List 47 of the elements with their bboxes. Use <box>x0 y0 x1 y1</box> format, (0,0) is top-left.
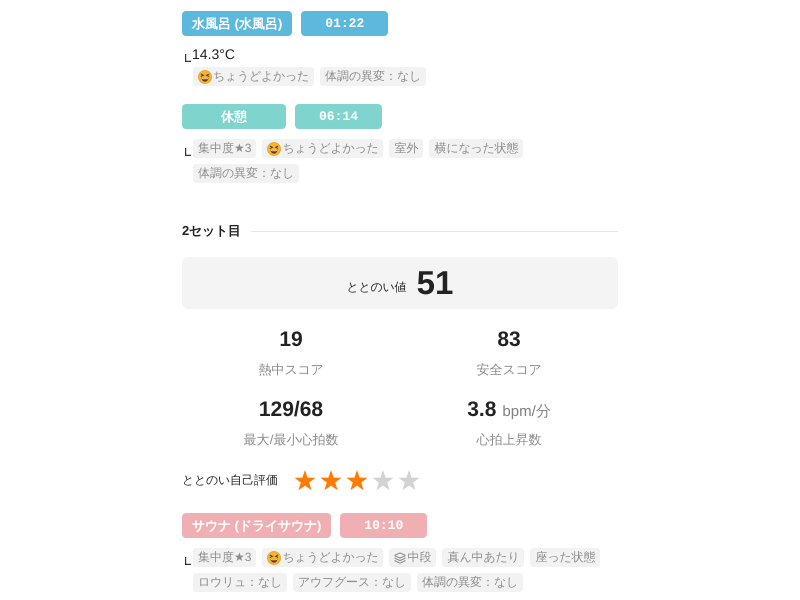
duration-chip: 06:14 <box>295 104 382 129</box>
stat-value: 3.8 <box>467 398 496 422</box>
tag-text: ちょうどよかった <box>213 68 309 85</box>
stat-value: 19 <box>279 328 303 352</box>
corner-mark-icon <box>185 54 191 62</box>
tag-text: 中段 <box>407 549 432 566</box>
stat-unit: bpm/分 <box>502 402 551 421</box>
stat-label: 熱中スコア <box>258 362 324 378</box>
laughing-face-icon <box>267 550 282 564</box>
tag-text: 横になった状態 <box>434 140 518 157</box>
tag-text: ロウリュ：なし <box>198 574 282 591</box>
stat-label: 安全スコア <box>476 362 542 378</box>
tag-text: 集中度★3 <box>198 140 252 157</box>
stat-label: 最大/最小心拍数 <box>244 432 338 448</box>
step-type-chip: 休憩 <box>182 104 286 129</box>
star-icon <box>294 470 316 491</box>
tag-text: 座った状態 <box>535 549 596 566</box>
stat-value: 129/68 <box>258 398 324 422</box>
tag-text: ちょうどよかった <box>282 549 378 566</box>
duration-chip: 10:10 <box>340 513 428 538</box>
rating-label: ととのい自己評価 <box>182 472 278 489</box>
step-type-chip: 水風呂 (水風呂) <box>182 11 292 36</box>
star-icon <box>372 470 394 491</box>
tag-text: アウフグース：なし <box>298 574 406 591</box>
tag-text: 室外 <box>394 140 418 157</box>
corner-mark-icon <box>185 557 191 565</box>
star-icon <box>398 470 420 491</box>
tag-text: ちょうどよかった <box>282 140 378 157</box>
star-icon <box>346 470 368 491</box>
stat-label: 心拍上昇数 <box>476 432 542 448</box>
stat-value: 83 <box>497 328 521 352</box>
temperature-text: 14.3°C <box>192 46 235 62</box>
laughing-face-icon <box>198 70 212 84</box>
tag-text: 体調の異変：なし <box>325 68 421 85</box>
score-value: 51 <box>416 265 454 301</box>
set-title: 2セット目 <box>182 223 242 239</box>
step-type-chip: サウナ (ドライサウナ) <box>182 513 332 538</box>
layers-icon <box>394 552 406 564</box>
laughing-face-icon <box>267 142 282 156</box>
duration-chip: 01:22 <box>301 11 388 36</box>
score-label: ととのい値 <box>346 278 407 296</box>
corner-mark-icon <box>185 148 191 156</box>
tag-text: 体調の異変：なし <box>422 574 518 591</box>
tag-text: 体調の異変：なし <box>198 165 294 182</box>
tag-text: 真ん中あたり <box>447 549 520 566</box>
star-icon <box>320 470 342 491</box>
tag-text: 集中度★3 <box>198 549 252 566</box>
